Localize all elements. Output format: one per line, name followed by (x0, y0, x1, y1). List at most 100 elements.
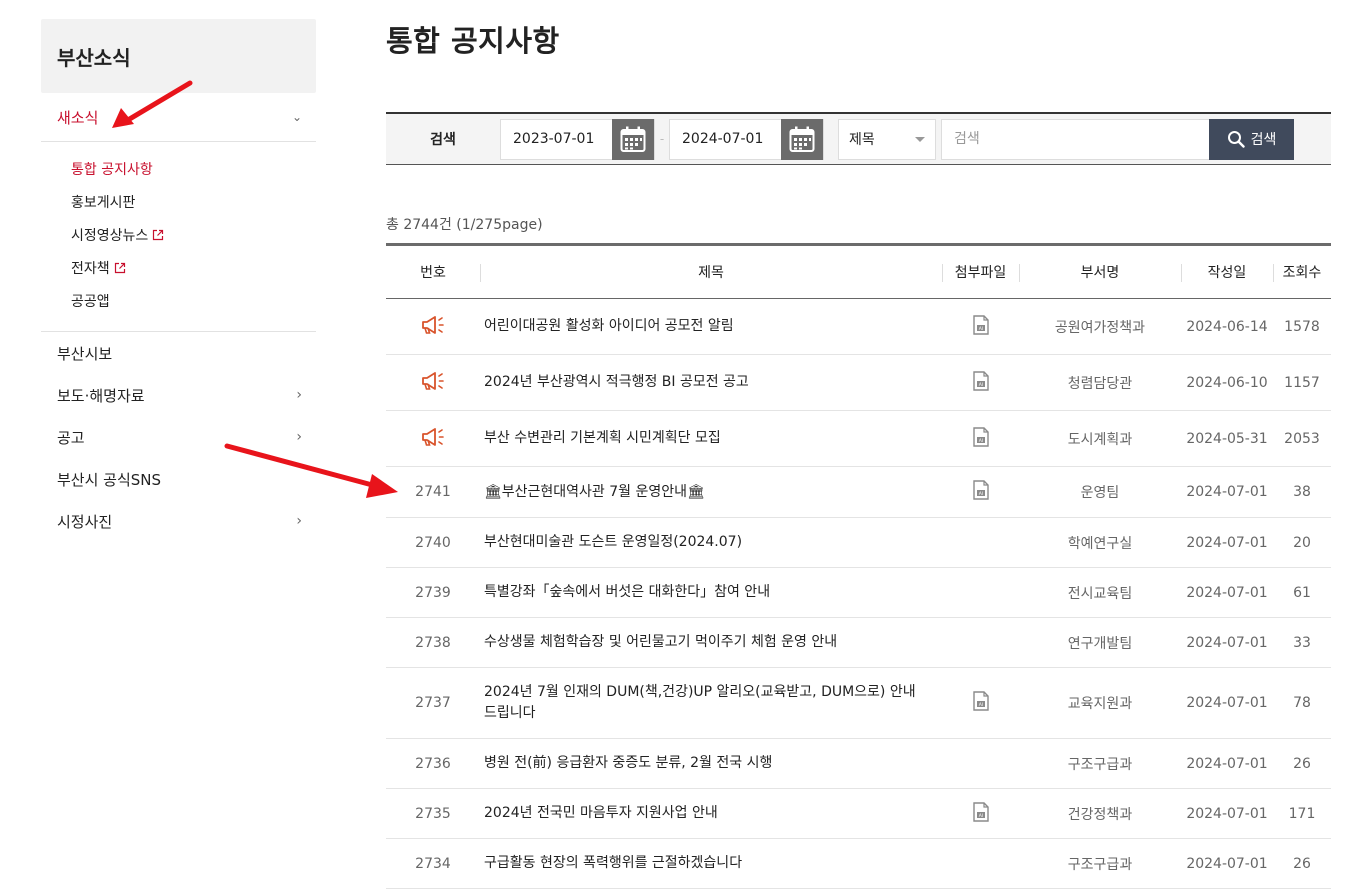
result-count: 총 2744건 (1/275page) (386, 217, 543, 233)
row-department: 구조구급과 (1019, 738, 1181, 789)
row-department: 교육지원과 (1019, 667, 1181, 739)
row-title-link[interactable]: 2024년 부산광역시 적극행정 BI 공모전 공고 (480, 354, 942, 411)
table-row[interactable]: 2734 구급활동 현장의 폭력행위를 근절하겠습니다 구조구급과 2024-07-0… (386, 838, 1331, 889)
row-number: 2735 (386, 788, 480, 839)
page-title: 통합 공지사항 (386, 24, 560, 58)
start-date-value: 2023-07-01 (513, 131, 595, 147)
chevron-right-icon: › (296, 387, 302, 403)
table-row[interactable]: 2738 수상생물 체험학습장 및 어린물고기 먹이주기 체험 운영 안내 연구개발… (386, 617, 1331, 668)
row-attachment (942, 617, 1019, 668)
svg-text:AI: AI (978, 382, 982, 388)
svg-text:AI: AI (978, 813, 982, 819)
submenu-item-label: 전자책 (71, 260, 110, 277)
row-title-link[interactable]: 구급활동 현장의 폭력행위를 근절하겠습니다 (480, 838, 942, 889)
sidebar-item[interactable]: 부산시 공식SNS (41, 458, 316, 500)
submenu-item[interactable]: 홍보게시판 (71, 185, 316, 218)
attachment-file-icon[interactable]: AI (972, 314, 990, 339)
sidebar-item-news[interactable]: 새소식 ⌄ (41, 93, 316, 142)
row-attachment[interactable]: AI (942, 354, 1019, 411)
attachment-file-icon[interactable]: AI (972, 370, 990, 395)
attachment-file-icon[interactable]: AI (972, 801, 990, 826)
row-attachment[interactable]: AI (942, 298, 1019, 355)
chevron-down-icon: ⌄ (291, 110, 302, 124)
attachment-file-icon[interactable]: AI (972, 480, 990, 504)
calendar-icon[interactable] (612, 118, 654, 160)
table-header-row: 번호 제목 첨부파일 부서명 작성일 조회수 (386, 243, 1331, 299)
row-views: 26 (1273, 838, 1331, 889)
end-date-field[interactable]: 2024-07-01 (669, 118, 824, 160)
attachment-file-icon[interactable]: AI (972, 426, 990, 451)
search-button[interactable]: 검색 (1209, 118, 1294, 160)
table-row[interactable]: 2735 2024년 전국민 마음투자 지원사업 안내 AI 건강정책과 2024-07… (386, 788, 1331, 839)
table-row[interactable]: 2740 부산현대미술관 도슨트 운영일정(2024.07) 학예연구실 2024-0… (386, 517, 1331, 568)
row-attachment[interactable]: AI (942, 667, 1019, 739)
row-date: 2024-07-01 (1181, 667, 1273, 739)
search-field-select[interactable]: 제목 (838, 118, 936, 160)
end-date-value: 2024-07-01 (682, 131, 764, 147)
row-department: 구조구급과 (1019, 838, 1181, 889)
submenu-item[interactable]: 시정영상뉴스 (71, 218, 316, 251)
search-input[interactable] (941, 118, 1209, 160)
row-title-link[interactable]: 🏛부산근현대역사관 7월 운영안내🏛 (480, 466, 942, 518)
column-header-views: 조회수 (1273, 243, 1331, 299)
row-department: 전시교육팀 (1019, 567, 1181, 618)
row-department: 연구개발팀 (1019, 617, 1181, 668)
row-title-link[interactable]: 2024년 7월 인재의 DUM(책,건강)UP 알리오(교육받고, DUM으로… (480, 667, 942, 739)
table-row[interactable]: 2741 🏛부산근현대역사관 7월 운영안내🏛 AI 운영팀 2024-07-01 38 (386, 466, 1331, 518)
table-row[interactable]: 2024년 부산광역시 적극행정 BI 공모전 공고 AI 청렴담당관 2024-06… (386, 354, 1331, 411)
row-title-link[interactable]: 부산 수변관리 기본계획 시민계획단 모집 (480, 410, 942, 467)
sidebar-item-label: 부산시보 (57, 344, 113, 363)
row-department: 운영팀 (1019, 466, 1181, 518)
sidebar-menu: 부산시보 보도·해명자료 › 공고 › 부산시 공식SNS 시정사진 › (41, 332, 316, 542)
sidebar-item[interactable]: 부산시보 (41, 332, 316, 374)
row-title-link[interactable]: 부산현대미술관 도슨트 운영일정(2024.07) (480, 517, 942, 568)
row-date: 2024-07-01 (1181, 788, 1273, 839)
sidebar-item-label: 부산시 공식SNS (57, 470, 162, 489)
table-row[interactable]: 부산 수변관리 기본계획 시민계획단 모집 AI 도시계획과 2024-05-31 20… (386, 410, 1331, 467)
row-views: 1578 (1273, 298, 1331, 355)
notice-table: 번호 제목 첨부파일 부서명 작성일 조회수 어린이대공원 활성화 아이디어 공… (386, 243, 1331, 889)
row-number (386, 410, 480, 467)
row-title-link[interactable]: 수상생물 체험학습장 및 어린물고기 먹이주기 체험 운영 안내 (480, 617, 942, 668)
start-date-field[interactable]: 2023-07-01 (500, 118, 655, 160)
external-link-icon (114, 262, 126, 274)
calendar-icon[interactable] (781, 118, 823, 160)
row-number: 2738 (386, 617, 480, 668)
row-attachment[interactable]: AI (942, 788, 1019, 839)
submenu-item[interactable]: 공공앱 (71, 284, 316, 317)
search-field-value: 제목 (849, 132, 875, 148)
date-range-separator: - (659, 132, 665, 146)
search-icon (1227, 131, 1245, 148)
table-row[interactable]: 2737 2024년 7월 인재의 DUM(책,건강)UP 알리오(교육받고, D… (386, 667, 1331, 739)
row-attachment[interactable]: AI (942, 410, 1019, 467)
row-department: 도시계획과 (1019, 410, 1181, 467)
sidebar-item[interactable]: 시정사진 › (41, 500, 316, 542)
table-row[interactable]: 어린이대공원 활성화 아이디어 공모전 알림 AI 공원여가정책과 2024-06-1… (386, 298, 1331, 355)
attachment-file-icon[interactable]: AI (972, 691, 990, 715)
row-date: 2024-06-14 (1181, 298, 1273, 355)
row-title-link[interactable]: 어린이대공원 활성화 아이디어 공모전 알림 (480, 298, 942, 355)
row-title-link[interactable]: 병원 전(前) 응급환자 중증도 분류, 2월 전국 시행 (480, 738, 942, 789)
table-row[interactable]: 2739 특별강좌「숲속에서 버섯은 대화한다」참여 안내 전시교육팀 2024-07… (386, 567, 1331, 618)
row-date: 2024-07-01 (1181, 738, 1273, 789)
sidebar: 부산소식 새소식 ⌄ 통합 공지사항 홍보게시판 시정영상뉴스 전자책 공공앱 부산시보… (41, 19, 316, 542)
row-date: 2024-05-31 (1181, 410, 1273, 467)
row-date: 2024-07-01 (1181, 838, 1273, 889)
megaphone-icon (420, 314, 446, 340)
row-attachment[interactable]: AI (942, 466, 1019, 518)
row-department: 공원여가정책과 (1019, 298, 1181, 355)
row-department: 청렴담당관 (1019, 354, 1181, 411)
submenu-item[interactable]: 전자책 (71, 251, 316, 284)
caret-down-icon (915, 136, 925, 142)
row-views: 26 (1273, 738, 1331, 789)
row-title-link[interactable]: 2024년 전국민 마음투자 지원사업 안내 (480, 788, 942, 839)
sidebar-item-label: 공고 (57, 428, 85, 447)
sidebar-item[interactable]: 공고 › (41, 416, 316, 458)
sidebar-item[interactable]: 보도·해명자료 › (41, 374, 316, 416)
submenu-item[interactable]: 통합 공지사항 (71, 152, 316, 185)
row-title-link[interactable]: 특별강좌「숲속에서 버섯은 대화한다」참여 안내 (480, 567, 942, 618)
sidebar-item-label: 보도·해명자료 (57, 386, 145, 405)
submenu-item-label: 홍보게시판 (71, 194, 136, 211)
search-label: 검색 (430, 132, 456, 148)
table-row[interactable]: 2736 병원 전(前) 응급환자 중증도 분류, 2월 전국 시행 구조구급과 20… (386, 738, 1331, 789)
